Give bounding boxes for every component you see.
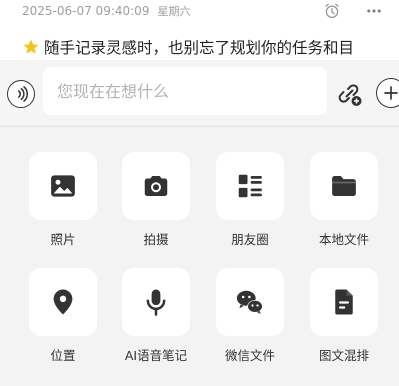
- sound-wave-icon: [18, 86, 28, 102]
- folder-tile[interactable]: [310, 152, 378, 220]
- photo-icon: [51, 175, 75, 197]
- camera-label: 拍摄: [143, 232, 169, 247]
- location-label: 位置: [50, 348, 76, 363]
- folder-icon: [332, 176, 356, 196]
- camera-tile[interactable]: [122, 152, 190, 220]
- document-icon: [335, 289, 353, 315]
- link-attach-button[interactable]: [336, 80, 364, 108]
- star-icon: [23, 39, 39, 54]
- link-add-icon: [338, 84, 362, 106]
- note-timestamp: 2025-06-07 09:40:09: [22, 4, 150, 18]
- note-meta: 2025-06-07 09:40:09 星期六: [22, 2, 190, 20]
- camera-icon: [144, 176, 168, 196]
- ai-voice-note-tile[interactable]: [122, 268, 190, 336]
- alarm-clock-icon[interactable]: [323, 2, 341, 20]
- photo-tile[interactable]: [29, 152, 97, 220]
- microphone-icon: [146, 289, 166, 316]
- folder-label: 本地文件: [318, 232, 369, 247]
- ai-voice-note-label: AI语音笔记: [124, 348, 188, 363]
- add-button[interactable]: [376, 78, 399, 108]
- note-weekday: 星期六: [157, 5, 191, 18]
- moments-icon: [238, 174, 262, 198]
- photo-label: 照片: [50, 232, 76, 247]
- note-preview[interactable]: 随手记录灵感时，也别忘了规划你的任务和目: [22, 36, 392, 58]
- voice-input-button[interactable]: [7, 80, 35, 108]
- mixed-layout-label: 图文混排: [318, 348, 369, 363]
- moments-tile[interactable]: [216, 152, 284, 220]
- wechat-icon: [236, 290, 263, 314]
- moments-label: 朋友圈: [231, 232, 269, 247]
- wechat-file-tile[interactable]: [216, 268, 284, 336]
- location-icon: [53, 289, 73, 315]
- location-tile[interactable]: [29, 268, 97, 336]
- more-options-icon[interactable]: [364, 2, 384, 20]
- wechat-file-label: 微信文件: [224, 348, 275, 363]
- thought-input[interactable]: [43, 67, 327, 115]
- note-preview-text: 随手记录灵感时，也别忘了规划你的任务和目: [44, 39, 355, 57]
- plus-icon: [384, 86, 398, 100]
- mixed-layout-tile[interactable]: [310, 268, 378, 336]
